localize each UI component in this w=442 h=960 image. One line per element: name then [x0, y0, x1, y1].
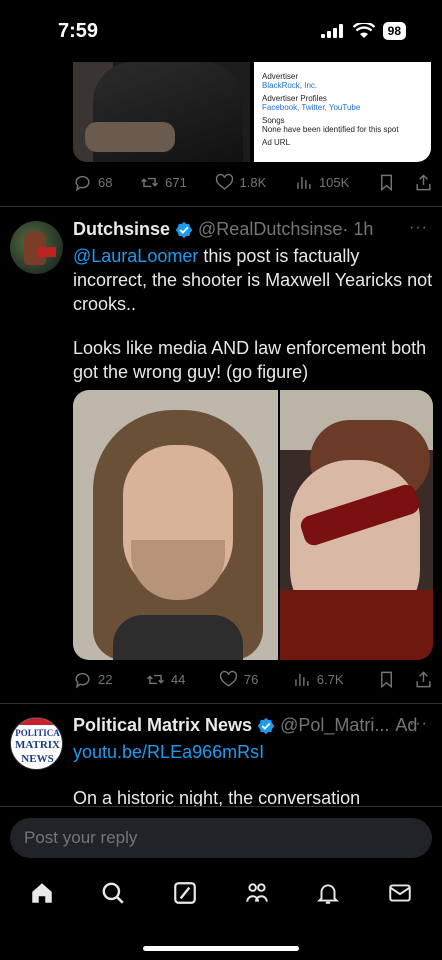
- avatar-dutchsinse[interactable]: [10, 221, 63, 274]
- author-handle[interactable]: @Pol_Matri...: [280, 715, 389, 736]
- tweet-time: · 1h: [342, 219, 374, 239]
- card-advertiser-value: BlackRock, Inc.: [262, 81, 318, 90]
- tweet1-actions: 68 671 1.8K 105K: [73, 172, 433, 192]
- views-count: 105K: [318, 174, 350, 190]
- tweet2-header: Dutchsinse @RealDutchsinse · 1h: [73, 219, 373, 240]
- views-icon: [295, 673, 309, 686]
- bookmark-icon[interactable]: [377, 173, 396, 192]
- home-indicator[interactable]: [143, 946, 299, 951]
- card-songs-label: Songs: [262, 116, 285, 125]
- search-icon: [103, 882, 125, 904]
- nav-messages[interactable]: [380, 878, 420, 908]
- status-indicators: 98: [320, 22, 406, 40]
- repost-button[interactable]: 44: [146, 670, 185, 689]
- youtube-link[interactable]: youtu.be/RLEa966mRsI: [73, 742, 264, 762]
- heart-icon: [215, 173, 233, 190]
- heart-icon: [219, 670, 237, 687]
- bookmark-icon[interactable]: [377, 670, 396, 689]
- tweet2-actions: 22 44 76 6.7K: [73, 669, 433, 689]
- author-name[interactable]: Political Matrix News: [73, 715, 252, 736]
- bottom-nav: [0, 866, 442, 960]
- reply-bar: Post your reply: [0, 806, 442, 866]
- more-options-icon[interactable]: ···: [409, 715, 428, 733]
- tweet-divider: [0, 206, 442, 207]
- status-bar: 7:59 98: [0, 0, 442, 62]
- avatar-political-matrix[interactable]: POLITICA MATRIX NEWS: [10, 717, 63, 770]
- card-profiles-value: Facebook, Twitter, YouTube: [262, 103, 361, 112]
- card-profiles-label: Advertiser Profiles: [262, 94, 327, 103]
- views-count: 6.7K: [316, 671, 344, 687]
- nav-search[interactable]: [93, 878, 133, 908]
- nav-home[interactable]: [22, 878, 62, 908]
- avatar-text-line1: POLITICA: [15, 728, 60, 738]
- like-count: 1.8K: [239, 174, 267, 190]
- tweet2-media[interactable]: [73, 390, 433, 660]
- repost-icon: [141, 177, 159, 187]
- tweet2-photo-1[interactable]: [73, 390, 278, 660]
- mention-link[interactable]: @LauraLoomer: [73, 246, 198, 266]
- tweet1-media-photo[interactable]: [73, 62, 250, 162]
- signal-icon: [320, 24, 343, 38]
- repost-icon: [147, 674, 164, 684]
- communities-icon: [246, 883, 268, 902]
- share-icon[interactable]: [414, 670, 433, 689]
- status-time: 7:59: [58, 20, 99, 42]
- repost-button[interactable]: 671: [140, 173, 187, 192]
- tweet1-media-card[interactable]: Advertiser BlackRock, Inc. Advertiser Pr…: [254, 62, 431, 162]
- reply-input[interactable]: Post your reply: [10, 818, 432, 858]
- reply-button[interactable]: 68: [73, 173, 112, 192]
- reply-icon: [75, 175, 90, 191]
- tweet2-text: @LauraLoomer this post is factually inco…: [73, 244, 435, 316]
- more-options-icon[interactable]: ···: [409, 219, 428, 237]
- tweet2-text-part2: Looks like media AND law enforcement bot…: [73, 338, 427, 382]
- nav-grok[interactable]: [165, 878, 205, 908]
- views-icon: [297, 176, 311, 189]
- like-button[interactable]: 76: [219, 670, 258, 689]
- avatar-text-line2: MATRIX: [14, 739, 60, 751]
- home-icon: [32, 883, 52, 903]
- tweet3-header: Political Matrix News @Pol_Matri... Ad: [73, 715, 417, 736]
- reply-icon: [75, 672, 90, 688]
- repost-count: 671: [165, 174, 187, 190]
- nav-notifications[interactable]: [308, 878, 348, 908]
- tweet-divider: [0, 703, 442, 704]
- verified-badge-icon: [257, 717, 275, 734]
- reply-count: 22: [98, 671, 113, 687]
- like-count: 76: [243, 671, 259, 687]
- like-button[interactable]: 1.8K: [215, 173, 267, 192]
- tweet3-link-line: youtu.be/RLEa966mRsI: [73, 740, 435, 764]
- repost-count: 44: [170, 671, 186, 687]
- card-advertiser-label: Advertiser: [262, 72, 299, 81]
- card-cut-label: Ad URL: [262, 138, 291, 147]
- views-button[interactable]: 6.7K: [292, 670, 344, 689]
- tweet2-photo-2[interactable]: [280, 390, 433, 660]
- battery-level: 98: [382, 22, 406, 40]
- card-songs-value: None have been identified for this spot: [262, 125, 399, 134]
- notifications-icon: [317, 884, 340, 904]
- author-name[interactable]: Dutchsinse: [73, 219, 170, 240]
- messages-icon: [389, 884, 411, 902]
- verified-badge-icon: [175, 221, 193, 238]
- reply-count: 68: [98, 174, 113, 190]
- grok-icon: [174, 882, 196, 904]
- views-button[interactable]: 105K: [294, 173, 349, 192]
- author-handle[interactable]: @RealDutchsinse: [198, 219, 342, 240]
- reply-button[interactable]: 22: [73, 670, 112, 689]
- nav-communities[interactable]: [237, 878, 277, 908]
- share-icon[interactable]: [414, 173, 433, 192]
- wifi-icon: [352, 23, 375, 38]
- avatar-text-line3: NEWS: [21, 753, 54, 765]
